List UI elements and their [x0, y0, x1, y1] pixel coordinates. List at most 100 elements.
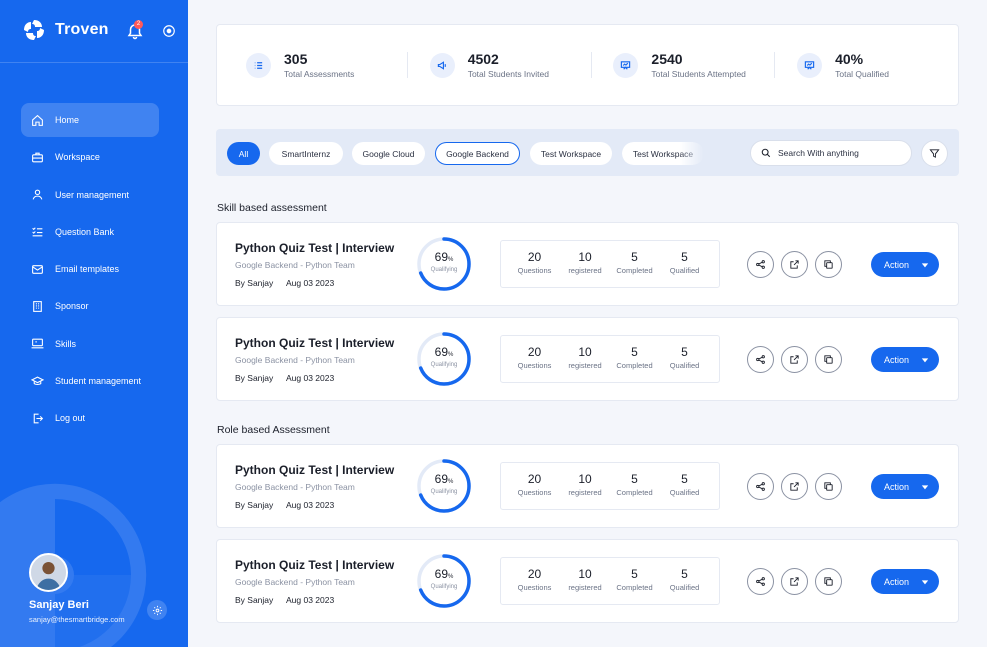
filter-chip-test-workspace-2[interactable]: Test Workspace — [622, 142, 704, 165]
metric-value: 5 — [681, 345, 688, 359]
filter-chip-google-cloud[interactable]: Google Cloud — [352, 142, 425, 165]
assessment-date: Aug 03 2023 — [286, 595, 335, 605]
percent-value: 69 — [434, 567, 448, 581]
qualifying-progress-ring — [417, 554, 471, 608]
duplicate-button[interactable] — [815, 473, 842, 500]
sidebar-item-student-management[interactable]: Student management — [21, 364, 159, 398]
search-icon — [761, 148, 771, 158]
section-title-skill: Skill based assessment — [217, 202, 327, 214]
assessment-date: Aug 03 2023 — [286, 500, 335, 510]
share-button[interactable] — [747, 251, 774, 278]
filter-button[interactable] — [921, 140, 948, 167]
filter-chip-test-workspace[interactable]: Test Workspace — [530, 142, 612, 165]
assessment-card[interactable]: Python Quiz Test | Interview Google Back… — [216, 222, 959, 306]
qualifying-percent: 69% — [416, 345, 472, 359]
action-button[interactable]: Action — [871, 569, 939, 594]
copy-icon — [824, 355, 833, 364]
sidebar-item-skills[interactable]: Skills — [21, 327, 159, 361]
metric-label: Completed — [616, 488, 653, 497]
stat-label: Total Qualified — [835, 69, 889, 79]
list-check-icon — [32, 227, 43, 237]
assessment-title: Python Quiz Test | Interview — [235, 463, 395, 477]
sidebar-item-home[interactable]: Home — [21, 103, 159, 137]
brand[interactable]: Troven — [22, 18, 109, 42]
open-external-button[interactable] — [781, 251, 808, 278]
assessment-author: By Sanjay — [235, 500, 274, 510]
duplicate-button[interactable] — [815, 346, 842, 373]
metric-questions: 20 Questions — [501, 241, 568, 287]
sidebar-item-label: Home — [55, 115, 80, 125]
metric-completed: 5 Completed — [602, 558, 667, 604]
notification-badge: 2 — [134, 20, 143, 29]
caret-down-icon — [921, 484, 929, 489]
duplicate-button[interactable] — [815, 251, 842, 278]
duplicate-button[interactable] — [815, 568, 842, 595]
metric-qualified: 5 Qualified — [667, 336, 702, 382]
target-icon[interactable] — [162, 24, 176, 38]
share-button[interactable] — [747, 568, 774, 595]
percent-value: 69 — [434, 472, 448, 486]
mail-icon — [32, 264, 43, 274]
metric-value: 10 — [578, 567, 592, 581]
metric-label: Questions — [517, 361, 552, 370]
avatar[interactable] — [29, 553, 68, 592]
stat-total-students-invited: 4502 Total Students Invited — [429, 51, 591, 79]
brand-name: Troven — [55, 21, 109, 38]
percent-unit: % — [448, 352, 454, 358]
sidebar-item-log-out[interactable]: Log out — [21, 401, 159, 435]
assessment-card[interactable]: Python Quiz Test | Interview Google Back… — [216, 317, 959, 401]
copy-icon — [824, 260, 833, 269]
filter-chip-smartinternz[interactable]: SmartInternz — [269, 142, 343, 165]
sidebar-item-email-templates[interactable]: Email templates — [21, 252, 159, 286]
action-button[interactable]: Action — [871, 347, 939, 372]
open-external-button[interactable] — [781, 568, 808, 595]
metric-label: registered — [568, 488, 602, 497]
presentation-icon — [621, 60, 631, 70]
external-link-icon — [790, 260, 799, 269]
caret-down-icon — [921, 579, 929, 584]
sidebar-item-question-bank[interactable]: Question Bank — [21, 215, 159, 249]
sidebar-item-workspace[interactable]: Workspace — [21, 140, 159, 174]
sidebar-item-label: Student management — [55, 376, 142, 387]
metric-value: 20 — [527, 250, 542, 264]
sidebar-item-label: Email templates — [55, 264, 120, 275]
action-button[interactable]: Action — [871, 474, 939, 499]
action-button[interactable]: Action — [871, 252, 939, 277]
assessment-date: Aug 03 2023 — [286, 278, 335, 288]
open-external-button[interactable] — [781, 346, 808, 373]
settings-button[interactable] — [147, 600, 167, 620]
metric-label: Completed — [616, 583, 653, 592]
metric-value: 5 — [681, 472, 688, 486]
qualifying-progress-ring — [417, 237, 471, 291]
stat-total-qualified: 40% Total Qualified — [797, 51, 958, 79]
metric-completed: 5 Completed — [602, 463, 667, 509]
assessment-author: By Sanjay — [235, 373, 274, 383]
assessment-card[interactable]: Python Quiz Test | Interview Google Back… — [216, 539, 959, 623]
share-icon — [756, 577, 765, 586]
list-icon — [254, 61, 263, 69]
metric-completed: 5 Completed — [602, 241, 667, 287]
share-button[interactable] — [747, 346, 774, 373]
stat-label: Total Assessments — [284, 69, 355, 79]
share-button[interactable] — [747, 473, 774, 500]
sidebar-item-user-management[interactable]: User management — [21, 178, 159, 212]
presentation-icon — [804, 60, 815, 70]
assessment-subtitle: Google Backend - Python Team — [235, 482, 355, 492]
metric-label: registered — [568, 266, 602, 275]
stat-divider — [774, 52, 776, 78]
caret-down-icon — [921, 262, 929, 267]
search-input[interactable] — [778, 148, 898, 158]
sidebar-item-sponsor[interactable]: Sponsor — [21, 289, 159, 323]
assessment-subtitle: Google Backend - Python Team — [235, 577, 355, 587]
stat-divider — [406, 52, 408, 78]
open-external-button[interactable] — [781, 473, 808, 500]
assessment-card[interactable]: Python Quiz Test | Interview Google Back… — [216, 444, 959, 528]
metric-registered: 10 registered — [568, 336, 602, 382]
qualifying-label: Qualifying — [430, 489, 458, 495]
metric-value: 10 — [578, 472, 592, 486]
filter-chip-all[interactable]: All — [227, 142, 260, 165]
copy-icon — [824, 577, 833, 586]
metric-value: 5 — [681, 567, 688, 581]
action-label: Action — [884, 481, 910, 492]
filter-chip-google-backend[interactable]: Google Backend — [435, 142, 520, 165]
